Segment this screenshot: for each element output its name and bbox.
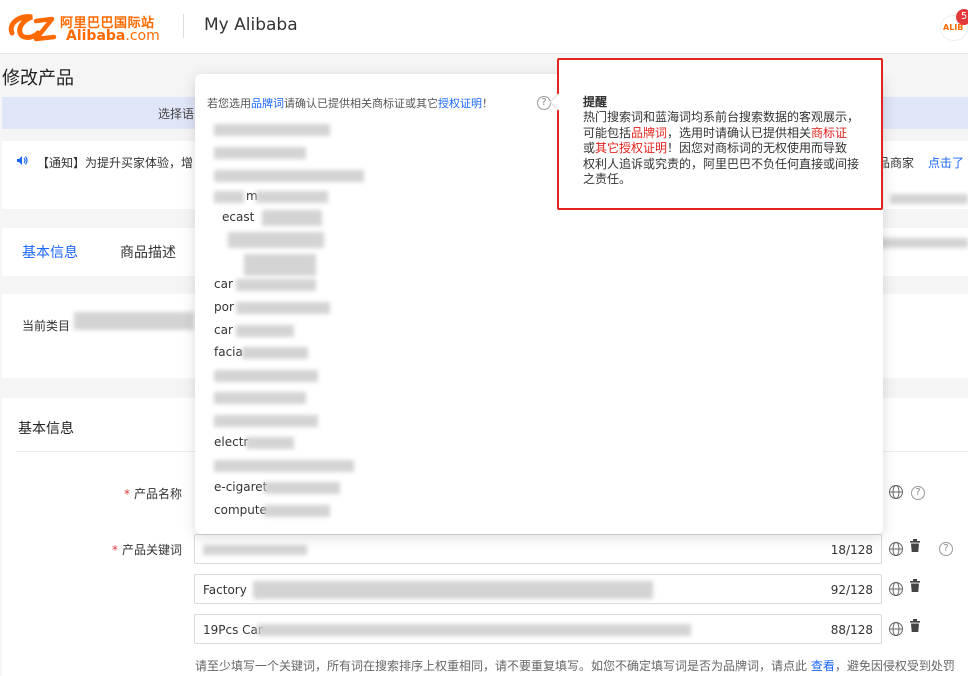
product-name-label: * 产品名称 — [123, 487, 182, 501]
reminder-body: 热门搜索词和蓝海词均系前台搜索数据的客观展示，可能包括品牌词，选用时请确认已提供… — [583, 110, 860, 186]
section-title: 基本信息 — [18, 421, 74, 437]
product-keyword-label: * 产品关键词 — [111, 543, 182, 557]
reminder-title: 提醒 — [583, 95, 608, 109]
dropdown-tip: 若您选用品牌词请确认已提供相关商标证或其它授权证明！ — [207, 97, 493, 110]
globe-icon[interactable] — [888, 621, 904, 641]
keyword-input-1[interactable]: 18/128 — [194, 534, 882, 564]
tab-product-description[interactable]: 商品描述 — [120, 242, 176, 262]
header-divider — [183, 14, 184, 38]
language-label: 选择语 — [158, 107, 195, 121]
speaker-icon — [16, 155, 28, 169]
help-icon[interactable]: ? — [537, 96, 551, 110]
view-brand-link[interactable]: 查看 — [811, 659, 835, 673]
notice-right: 品商家 点击了 — [878, 154, 964, 171]
alibaba-logo[interactable]: 阿里巴巴国际站 Alibaba.com — [6, 9, 166, 47]
suggestion-item[interactable]: e-cigaret — [214, 480, 340, 496]
authorization-link[interactable]: 授权证明 — [438, 97, 482, 110]
suggestion-item[interactable]: compute — [214, 503, 330, 519]
blurred-text — [890, 194, 968, 204]
trash-icon[interactable] — [909, 539, 921, 557]
keyword-input-2[interactable]: Factory 92/128 — [194, 574, 882, 604]
suggestion-item[interactable]: facia — [214, 345, 308, 361]
header-title[interactable]: My Alibaba — [204, 15, 298, 35]
keyword-count: 88/128 — [830, 623, 873, 637]
suggestion-item[interactable]: car — [214, 323, 294, 339]
notification-badge[interactable]: 5 — [956, 9, 968, 25]
trash-icon[interactable] — [909, 579, 921, 597]
suggestion-item[interactable]: electr — [214, 435, 294, 451]
alibaba-logo-icon — [8, 14, 57, 42]
keyword-count: 92/128 — [830, 583, 873, 597]
notice-link[interactable]: 点击了 — [928, 156, 964, 170]
logo-en-text: Alibaba.com — [66, 28, 160, 44]
brand-word-link[interactable]: 品牌词 — [251, 97, 284, 110]
brand-reminder-popover: 提醒 热门搜索词和蓝海词均系前台搜索数据的客观展示，可能包括品牌词，选用时请确认… — [549, 58, 883, 210]
top-header: 阿里巴巴国际站 Alibaba.com My Alibaba ALIB 5 — [0, 0, 968, 54]
page-title: 修改产品 — [2, 68, 74, 89]
keyword-hint: 请至少填写一个关键词，所有词在搜索排序上权重相同，请不要重复填写。如您不确定填写… — [195, 659, 955, 673]
blurred-text — [253, 581, 653, 599]
blurred-text — [203, 545, 307, 555]
globe-icon[interactable] — [888, 581, 904, 601]
suggestion-item[interactable]: car — [214, 277, 316, 293]
keyword-input-3[interactable]: 19Pcs Car 88/128 — [194, 614, 882, 644]
notice-right-text: 品商家 — [878, 156, 915, 170]
suggestion-item[interactable]: m — [214, 189, 328, 205]
trash-icon[interactable] — [909, 619, 921, 637]
help-icon[interactable]: ? — [911, 486, 925, 500]
suggestion-item[interactable]: ecast — [214, 210, 322, 226]
category-label: 当前类目 — [22, 319, 71, 333]
blurred-category — [74, 312, 194, 330]
keyword-value: 19Pcs Car — [203, 623, 263, 637]
globe-icon[interactable] — [888, 541, 904, 561]
keyword-count: 18/128 — [830, 543, 873, 557]
blurred-text — [878, 238, 968, 248]
blurred-text — [257, 624, 691, 636]
notice-text: 【通知】为提升买家体验，增 — [37, 156, 194, 170]
globe-icon[interactable] — [888, 484, 904, 504]
help-icon[interactable]: ? — [939, 542, 953, 556]
suggestion-item[interactable]: por — [214, 300, 330, 316]
keyword-value: Factory — [203, 583, 247, 597]
tab-basic-info[interactable]: 基本信息 — [22, 242, 78, 262]
